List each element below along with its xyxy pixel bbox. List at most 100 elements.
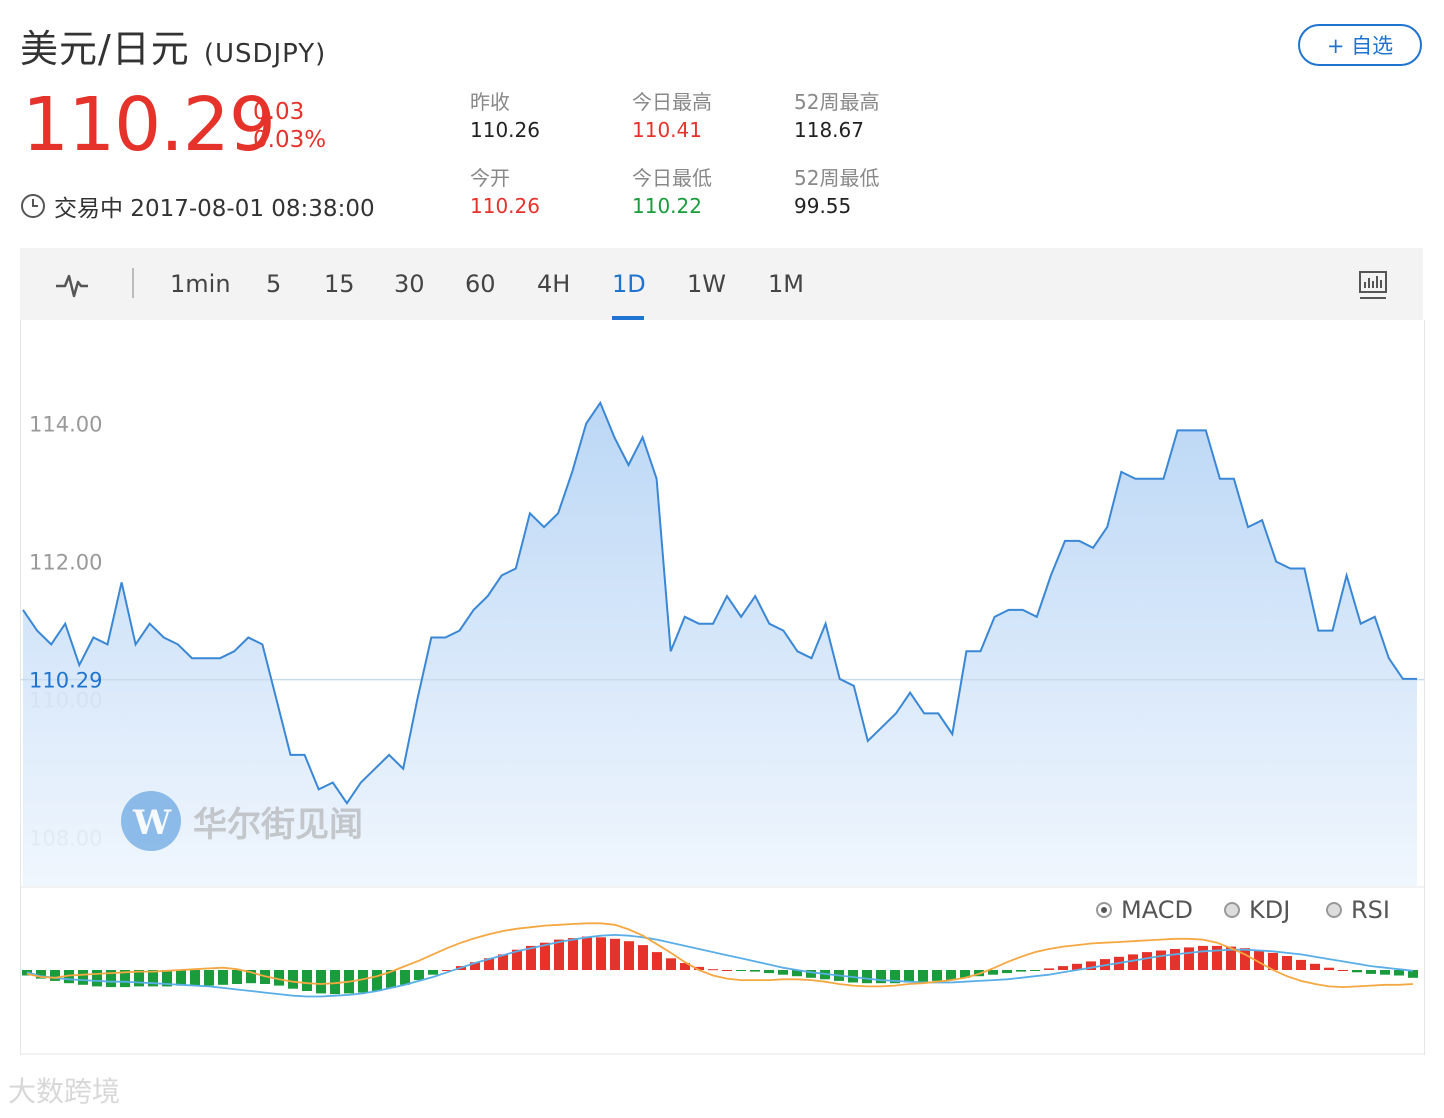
macd-bar	[1142, 952, 1152, 970]
indicator-rsi[interactable]: RSI	[1326, 896, 1390, 924]
tab-60[interactable]: 60	[465, 248, 496, 320]
stat-value: 110.26	[470, 194, 540, 218]
macd-bar	[764, 970, 774, 974]
tab-1min[interactable]: 1min	[170, 248, 231, 320]
monitor-chart-icon	[1359, 271, 1387, 299]
current-price-label: 110.29	[29, 669, 102, 693]
tab-4h[interactable]: 4H	[537, 248, 570, 320]
macd-bar	[1128, 954, 1138, 970]
clock-icon	[21, 194, 45, 218]
macd-bar	[568, 938, 578, 970]
macd-bar	[750, 970, 760, 972]
line-chart-toggle[interactable]	[54, 248, 90, 320]
y-tick-label: 114.00	[29, 413, 102, 437]
stat-52wk-low: 52周最低 99.55	[794, 164, 879, 220]
stat-label: 今日最低	[632, 166, 712, 190]
macd-bar	[946, 970, 956, 981]
macd-bar	[876, 970, 886, 984]
indicator-kdj[interactable]: KDJ	[1224, 896, 1290, 924]
macd-bar	[358, 970, 368, 993]
macd-bar	[1240, 948, 1250, 970]
stat-value: 118.67	[794, 118, 864, 142]
macd-bar	[78, 970, 88, 985]
macd-bar	[1324, 967, 1334, 970]
indicator-label: MACD	[1121, 896, 1193, 924]
macd-bar	[1380, 970, 1390, 975]
radio-selected-icon	[1096, 902, 1112, 918]
macd-bar	[204, 970, 214, 986]
stat-label: 52周最低	[794, 166, 880, 190]
stat-value: 110.41	[632, 118, 702, 142]
macd-bar	[778, 970, 788, 975]
stat-label: 今开	[470, 166, 510, 190]
radio-icon	[1326, 902, 1342, 918]
tab-1d[interactable]: 1D	[612, 248, 646, 320]
macd-bar	[1394, 970, 1404, 976]
macd-bar	[1058, 966, 1068, 970]
y-tick-label: 112.00	[29, 551, 102, 575]
toolbar-divider	[132, 268, 134, 298]
macd-bar	[596, 937, 606, 970]
macd-bar	[302, 970, 312, 991]
macd-bar	[582, 936, 592, 970]
tab-1m[interactable]: 1M	[768, 248, 804, 320]
svg-text:W: W	[132, 803, 172, 843]
tab-1w[interactable]: 1W	[687, 248, 726, 320]
macd-bar	[1002, 970, 1012, 974]
pulse-icon	[56, 274, 88, 298]
stat-label: 昨收	[470, 90, 510, 114]
macd-bar	[1310, 963, 1320, 970]
macd-bar	[610, 938, 620, 970]
macd-histogram	[22, 936, 1418, 995]
price-change: 0.03 0.03%	[253, 98, 326, 154]
stat-day-low: 今日最低 110.22	[632, 164, 712, 220]
pair-name: 美元/日元	[20, 27, 190, 71]
macd-bar	[638, 945, 648, 970]
macd-bar	[1184, 947, 1194, 970]
macd-bar	[92, 970, 102, 987]
macd-bar	[176, 970, 186, 986]
trading-status: 交易中 2017-08-01 08:38:00	[20, 189, 375, 223]
add-watchlist-button[interactable]: + 自选	[1298, 24, 1422, 66]
change-percent: 0.03%	[253, 127, 327, 153]
macd-bar	[1030, 970, 1040, 971]
macd-bar	[232, 970, 242, 984]
macd-bar	[400, 970, 410, 985]
macd-bar	[1366, 970, 1376, 974]
tab-15[interactable]: 15	[324, 248, 355, 320]
price-chart[interactable]: 108.00110.00112.00114.00 110.29 W 华尔街见闻 …	[20, 320, 1425, 1055]
macd-bar	[428, 970, 438, 975]
stat-value: 110.26	[470, 118, 540, 142]
interval-toolbar: 1min 5 15 30 60 4H 1D 1W 1M	[20, 248, 1423, 320]
macd-bar	[218, 970, 228, 985]
macd-bar	[736, 970, 746, 971]
macd-bar	[372, 970, 382, 991]
macd-bar	[708, 969, 718, 971]
fullscreen-button[interactable]	[1358, 248, 1388, 320]
watermark-corner-text: 大数跨境	[8, 1075, 121, 1108]
radio-icon	[1224, 902, 1240, 918]
tab-30[interactable]: 30	[394, 248, 425, 320]
macd-bar	[624, 941, 634, 970]
macd-bar	[1352, 970, 1362, 973]
stat-value: 99.55	[794, 194, 852, 218]
watermark-text: 华尔街见闻	[193, 805, 363, 845]
stat-label: 今日最高	[632, 90, 712, 114]
change-value: 0.03	[253, 99, 305, 125]
stat-label: 52周最高	[794, 90, 880, 114]
macd-bar	[316, 970, 326, 994]
macd-bar	[190, 970, 200, 986]
macd-bar	[1296, 959, 1306, 970]
tab-5[interactable]: 5	[266, 248, 281, 320]
macd-bar	[1156, 950, 1166, 970]
pair-symbol: (USDJPY)	[203, 39, 327, 69]
stat-52wk-high: 52周最高 118.67	[794, 88, 879, 144]
macd-bar	[1170, 949, 1180, 970]
macd-bar	[722, 970, 732, 971]
macd-bar	[414, 970, 424, 981]
macd-bar	[1044, 968, 1054, 970]
stat-value: 110.22	[632, 194, 702, 218]
indicator-macd[interactable]: MACD	[1096, 896, 1193, 924]
macd-bar	[1198, 945, 1208, 970]
macd-bar	[50, 970, 60, 981]
